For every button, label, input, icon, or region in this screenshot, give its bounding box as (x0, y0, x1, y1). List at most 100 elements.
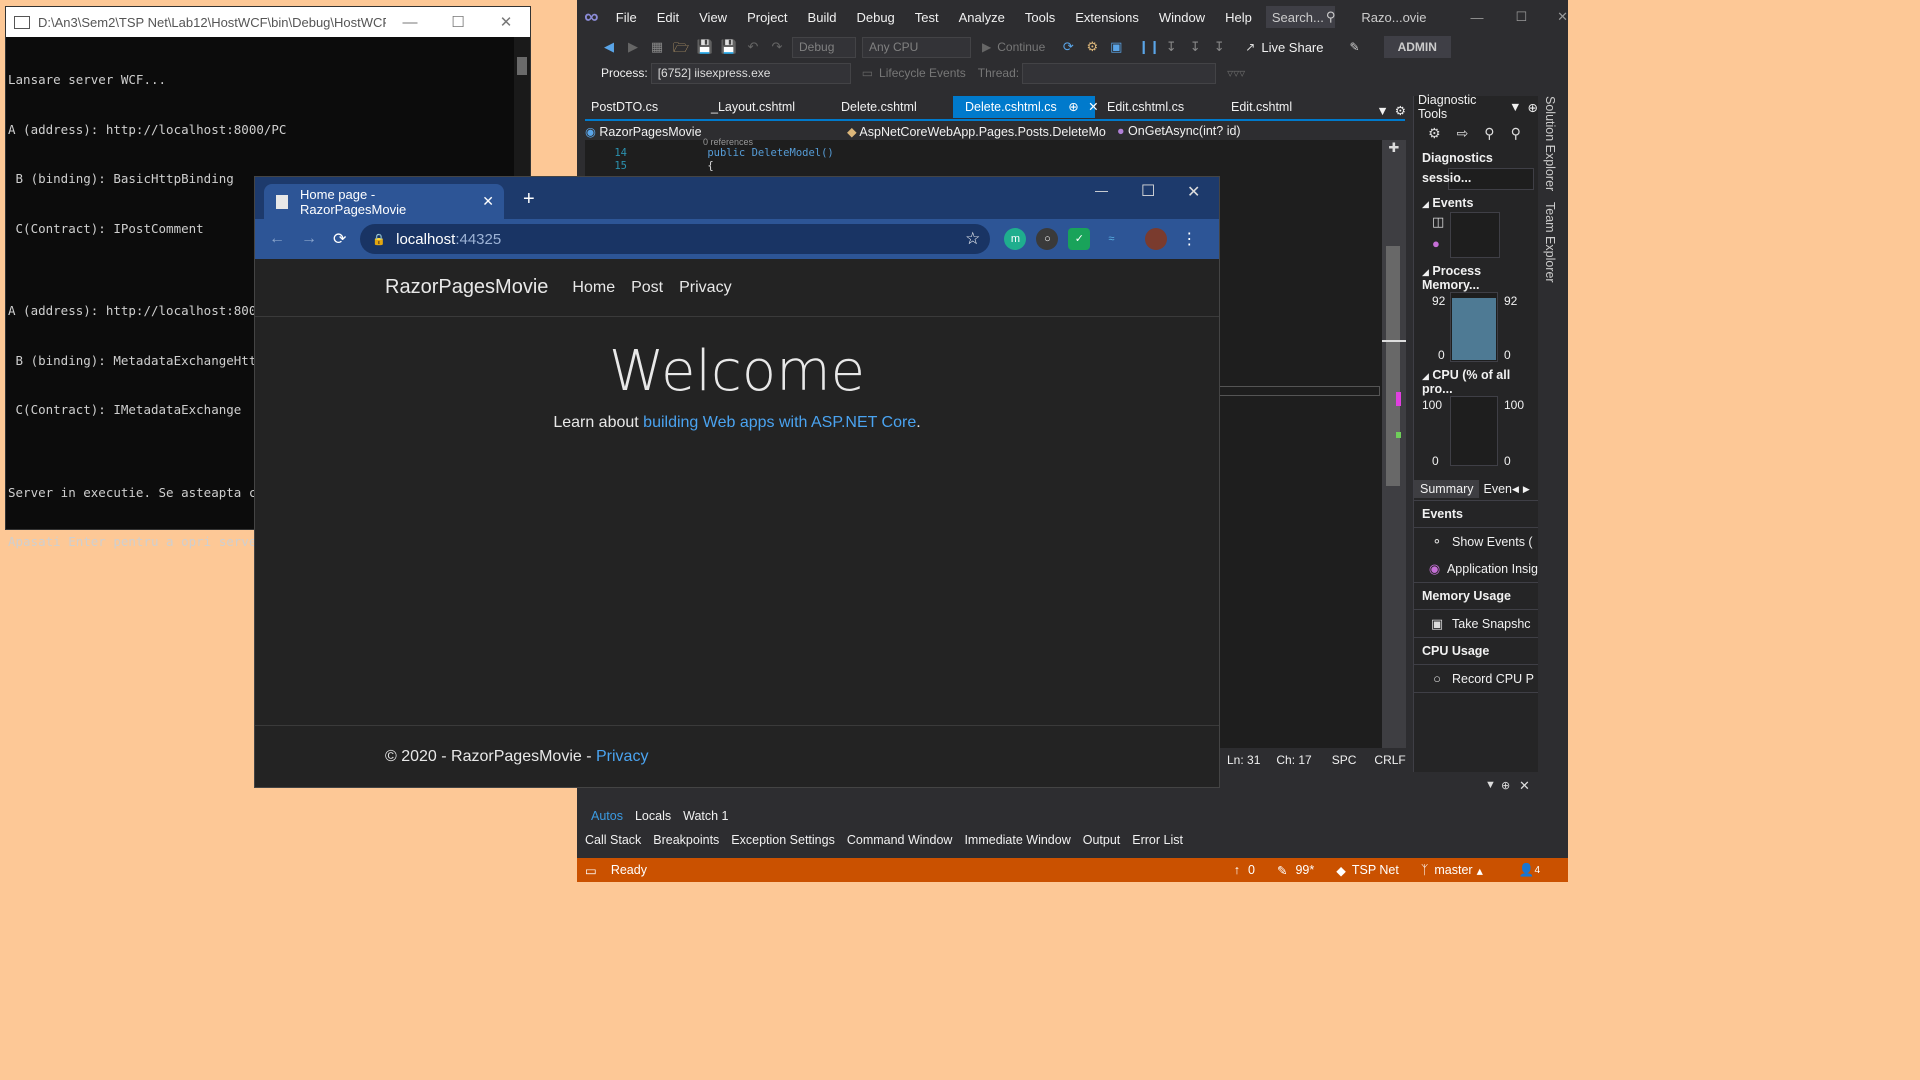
restart-icon[interactable]: ⟳ (1059, 39, 1077, 55)
menu-debug[interactable]: Debug (846, 10, 904, 25)
menu-file[interactable]: File (606, 10, 647, 25)
save-all-icon[interactable]: 💾 (720, 39, 738, 55)
tab-edit-cshtml-cs[interactable]: Edit.cshtml.cs (1095, 96, 1219, 118)
menu-view[interactable]: View (689, 10, 737, 25)
diag-menu-icon[interactable]: ▼ (1509, 100, 1521, 114)
new-project-icon[interactable]: ▦ (648, 39, 666, 55)
save-icon[interactable]: 💾 (696, 39, 714, 55)
indent-indicator[interactable]: SPC (1332, 753, 1357, 767)
screenshot-icon[interactable]: ▣ (1107, 39, 1125, 55)
minimize-icon[interactable]: — (386, 14, 434, 31)
tab-output[interactable]: Output (1077, 833, 1127, 847)
user-badge[interactable]: ADMIN (1383, 36, 1451, 58)
step-out-icon[interactable]: ↧ (1210, 39, 1228, 55)
vs-minimize-icon[interactable]: — (1470, 10, 1483, 25)
zoom-out-icon[interactable]: ⚲ (1511, 125, 1521, 142)
redo-icon[interactable]: ↷ (768, 39, 786, 55)
tab-immediate-window[interactable]: Immediate Window (958, 833, 1076, 847)
class-nav-select[interactable]: ◆ AspNetCoreWebApp.Pages.Posts.DeleteMo (847, 124, 1117, 139)
tab-edit-cshtml[interactable]: Edit.cshtml (1219, 96, 1343, 118)
browser-maximize-icon[interactable]: ☐ (1141, 181, 1155, 201)
lifecycle-events-button[interactable]: Lifecycle Events (879, 66, 966, 80)
diag-settings-icon[interactable]: ⚙ (1428, 125, 1441, 142)
branch-menu-icon[interactable]: ▴ (1477, 863, 1483, 878)
extension-wave-icon[interactable]: ≈ (1100, 228, 1122, 250)
menu-build[interactable]: Build (798, 10, 847, 25)
tab-watch[interactable]: Watch 1 (677, 809, 734, 823)
editor-split-icon[interactable]: ✚ (1382, 140, 1406, 156)
bookmark-star-icon[interactable]: ☆ (965, 229, 980, 249)
panel-menu-icon[interactable]: ▼ (1485, 779, 1496, 791)
panel-pin-icon[interactable]: ⊕ (1501, 779, 1510, 792)
feedback-icon[interactable]: ✎ (1350, 40, 1360, 54)
tab-locals[interactable]: Locals (629, 809, 677, 823)
browser-tab[interactable]: Home page - RazorPagesMovie ✕ (264, 184, 504, 219)
tab-error-list[interactable]: Error List (1126, 833, 1189, 847)
nav-home[interactable]: Home (572, 279, 615, 297)
navigate-back-icon[interactable]: ◀ (600, 39, 618, 55)
vs-close-icon[interactable]: ✕ (1557, 9, 1568, 25)
close-icon[interactable]: ✕ (482, 13, 530, 31)
extension-glasses-icon[interactable]: ○ (1036, 228, 1059, 250)
editor-scrollbar[interactable]: ✚ (1382, 140, 1406, 748)
tab-layout[interactable]: _Layout.cshtml (699, 96, 829, 118)
tab-settings-icon[interactable]: ⚙ (1395, 103, 1406, 118)
pause-icon[interactable]: ❙❙ (1138, 39, 1160, 55)
learn-link[interactable]: building Web apps with ASP.NET Core (643, 414, 916, 431)
status-edits-count[interactable]: 99* (1295, 863, 1314, 877)
new-tab-icon[interactable]: + (523, 188, 535, 211)
browser-menu-icon[interactable]: ⋮ (1181, 229, 1197, 249)
forward-icon[interactable]: → (301, 230, 317, 248)
filter-icon[interactable]: ▿▿▿ (1227, 66, 1245, 80)
tab-command-window[interactable]: Command Window (841, 833, 959, 847)
undo-icon[interactable]: ↶ (744, 39, 762, 55)
thread-select[interactable] (1022, 62, 1217, 84)
status-branch[interactable]: master (1434, 863, 1472, 877)
menu-window[interactable]: Window (1149, 10, 1215, 25)
site-brand[interactable]: RazorPagesMovie (385, 276, 548, 299)
vs-search-box[interactable]: Search... ⚲ (1265, 6, 1336, 28)
scrollbar-thumb[interactable] (1386, 246, 1400, 486)
line-ending-indicator[interactable]: CRLF (1374, 753, 1405, 767)
diag-pin-icon[interactable]: ⊕ (1528, 100, 1538, 115)
branch-icon[interactable]: ᛉ (1421, 863, 1429, 877)
cpu-section[interactable]: ◢ CPU (% of all pro... (1414, 368, 1538, 396)
back-icon[interactable]: ← (269, 230, 285, 248)
open-folder-icon[interactable]: 🗁 (672, 39, 690, 55)
address-bar[interactable]: 🔒 localhost:44325 ☆ (360, 224, 991, 254)
repository-icon[interactable]: ◆ (1336, 863, 1346, 878)
console-titlebar[interactable]: D:\An3\Sem2\TSP Net\Lab12\HostWCF\bin\De… (6, 7, 530, 37)
vs-maximize-icon[interactable]: ☐ (1515, 9, 1527, 25)
solution-explorer-tab[interactable]: Solution Explorer (1543, 96, 1557, 191)
browser-tab-close-icon[interactable]: ✕ (482, 193, 494, 210)
reload-icon[interactable]: ⟳ (333, 229, 346, 249)
platform-select[interactable]: Any CPU (862, 36, 971, 58)
tab-scroll-right-icon[interactable]: ▶ (1523, 484, 1530, 495)
browser-minimize-icon[interactable]: — (1095, 183, 1108, 198)
tab-delete-cshtml-cs[interactable]: Delete.cshtml.cs ⊕ ✕ (953, 96, 1099, 118)
continue-icon[interactable]: ▶ (982, 40, 991, 54)
tab-events[interactable]: Even (1483, 482, 1512, 496)
notification-count[interactable]: 4 (1534, 865, 1540, 876)
menu-tools[interactable]: Tools (1015, 10, 1065, 25)
tab-exception-settings[interactable]: Exception Settings (725, 833, 841, 847)
extension-m-icon[interactable]: m (1004, 228, 1027, 250)
events-section[interactable]: ◢ Events (1414, 196, 1538, 210)
show-events-button[interactable]: ⚬ Show Events ( (1414, 528, 1538, 555)
panel-close-icon[interactable]: ✕ (1519, 778, 1530, 794)
nav-post[interactable]: Post (631, 279, 663, 297)
profile-avatar[interactable] (1145, 228, 1168, 250)
record-cpu-button[interactable]: ○ Record CPU P (1414, 665, 1538, 693)
application-insights-button[interactable]: ◉ Application Insig (1414, 555, 1538, 583)
memory-section[interactable]: ◢ Process Memory... (1414, 264, 1538, 292)
tab-overflow-icon[interactable]: ▼ (1376, 104, 1388, 118)
tab-scroll-left-icon[interactable]: ◀ (1512, 484, 1519, 495)
publish-icon[interactable]: ↑ (1234, 863, 1240, 877)
tab-breakpoints[interactable]: Breakpoints (647, 833, 725, 847)
extension-shield-icon[interactable]: ✓ (1068, 228, 1091, 250)
nav-privacy[interactable]: Privacy (679, 279, 731, 297)
continue-button[interactable]: Continue (997, 40, 1045, 54)
tab-call-stack[interactable]: Call Stack (579, 833, 647, 847)
browser-close-icon[interactable]: ✕ (1187, 182, 1200, 202)
footer-privacy-link[interactable]: Privacy (596, 748, 648, 766)
